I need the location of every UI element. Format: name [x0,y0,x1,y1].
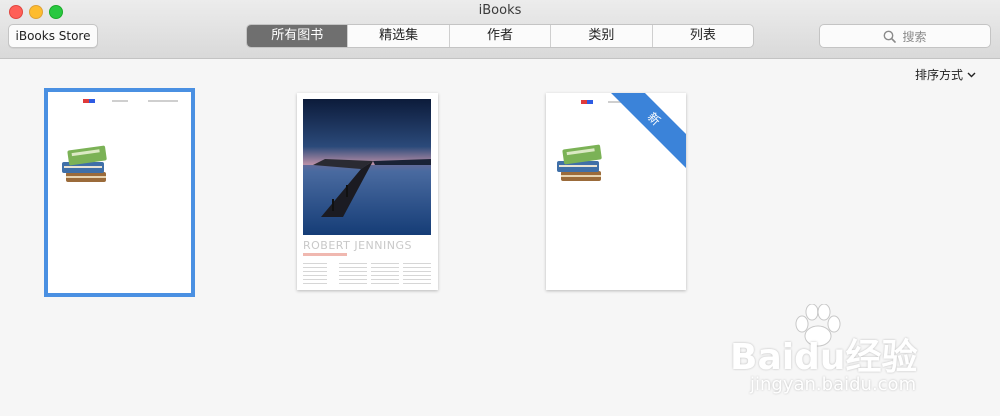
new-badge: 新 [603,93,686,170]
book-item[interactable] [44,88,195,297]
tab-all-books[interactable]: 所有图书 [247,25,348,47]
window-title: iBooks [478,3,522,18]
tab-categories[interactable]: 类别 [550,25,651,47]
watermark: Baidu经验 jingyan.baidu.com [730,298,930,398]
sort-label: 排序方式 [914,68,963,82]
tab-authors[interactable]: 作者 [448,25,550,47]
chevron-down-icon [967,72,976,77]
book-stack-icon [557,144,602,181]
ibooks-store-button[interactable]: iBooks Store [8,24,98,48]
watermark-brand: Baidu经验 [730,337,918,378]
cover-photo-pier [303,99,431,235]
tab-list[interactable]: 列表 [651,25,753,47]
toolbar: iBooks iBooks Store 所有图书 精选集 作者 类别 列表 搜索 [0,0,1000,59]
tab-collections[interactable]: 精选集 [347,25,448,47]
book-item[interactable]: ROBERT JENNINGS [297,93,438,290]
watermark-url: jingyan.baidu.com [750,374,917,395]
publisher-logo [83,99,95,103]
book-stack-icon [62,145,107,182]
search-icon [884,30,897,43]
book-author: ROBERT JENNINGS [303,239,412,252]
library-tabs: 所有图书 精选集 作者 类别 列表 [246,24,754,48]
search-placeholder: 搜索 [902,29,927,44]
search-input[interactable]: 搜索 [819,24,991,48]
publisher-logo [581,100,593,104]
sort-dropdown[interactable]: 排序方式 [915,66,976,83]
book-item[interactable]: 新 [546,93,686,290]
